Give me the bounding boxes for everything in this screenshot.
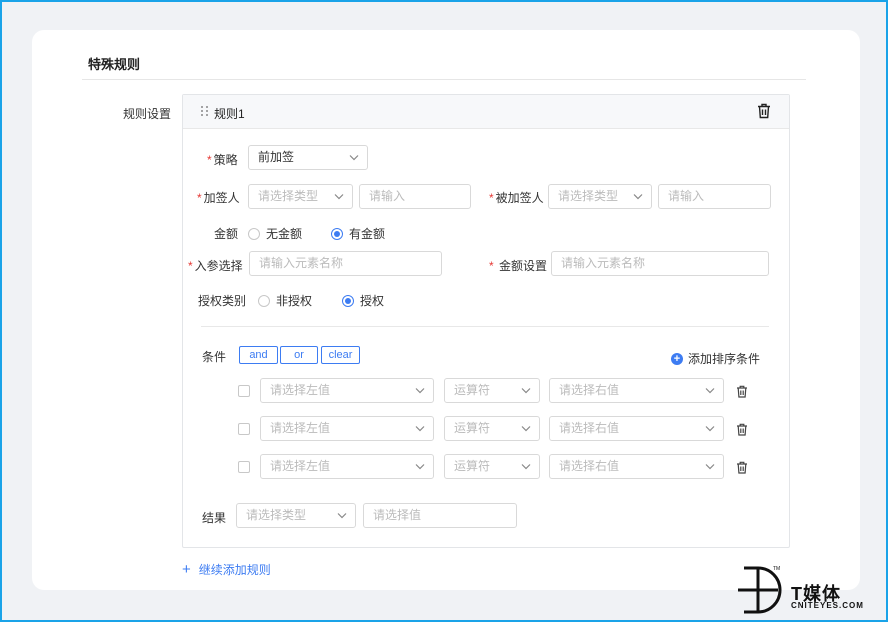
panel-divider: [201, 326, 769, 327]
amount-setting-input[interactable]: 请输入元素名称: [551, 251, 769, 276]
auth-type-label: 授权类别: [198, 294, 247, 308]
param-select-label: * 入参选择: [188, 259, 243, 273]
chevron-down-icon: [349, 155, 359, 161]
chevron-down-icon: [705, 464, 715, 470]
result-type-select[interactable]: 请选择类型: [236, 503, 356, 528]
watermark-domain: CNITEYES.COM: [791, 601, 864, 610]
chevron-down-icon: [415, 464, 425, 470]
signer-label: * 加签人: [197, 191, 240, 205]
trash-icon[interactable]: [757, 103, 771, 119]
rule-panel: 规则1 * 策略 前加签 * 加签人 请选择类型 请输入 * 被加签人 请选择类型 请…: [182, 94, 790, 548]
chevron-down-icon: [521, 388, 531, 394]
right-value-select[interactable]: 请选择右值: [549, 416, 724, 441]
add-sort-condition-button[interactable]: + 添加排序条件: [671, 350, 760, 367]
amount-has-radio[interactable]: 有金额: [331, 225, 385, 242]
trash-icon[interactable]: [736, 461, 748, 474]
condition-checkbox[interactable]: [238, 423, 250, 435]
rule-settings-label: 规则设置: [123, 107, 172, 121]
auth-yes-radio[interactable]: 授权: [342, 292, 384, 309]
condition-checkbox[interactable]: [238, 461, 250, 473]
operator-select[interactable]: 运算符: [444, 454, 540, 479]
trash-icon[interactable]: [736, 423, 748, 436]
special-rules-card: 特殊规则 规则设置 规则1 * 策略 前加签 * 加签人 请选择类型 请输入 *…: [32, 30, 860, 590]
amount-label: 金额: [214, 227, 239, 241]
chevron-down-icon: [337, 513, 347, 519]
chevron-down-icon: [415, 388, 425, 394]
amount-none-radio[interactable]: 无金额: [248, 225, 302, 242]
clear-button[interactable]: clear: [321, 346, 360, 364]
watermark: TM T媒体 CNITEYES.COM: [736, 564, 886, 616]
chevron-down-icon: [415, 426, 425, 432]
strategy-select[interactable]: 前加签: [248, 145, 368, 170]
chevron-down-icon: [521, 464, 531, 470]
and-button[interactable]: and: [239, 346, 278, 364]
right-value-select[interactable]: 请选择右值: [549, 378, 724, 403]
trash-icon[interactable]: [736, 385, 748, 398]
signee-label: * 被加签人: [489, 191, 544, 205]
left-value-select[interactable]: 请选择左值: [260, 378, 434, 403]
operator-select[interactable]: 运算符: [444, 378, 540, 403]
chevron-down-icon: [705, 426, 715, 432]
chevron-down-icon: [334, 194, 344, 200]
section-title: 特殊规则: [88, 57, 141, 72]
auth-none-radio[interactable]: 非授权: [258, 292, 312, 309]
or-button[interactable]: or: [280, 346, 318, 364]
rule-name: 规则1: [214, 107, 245, 121]
param-select-input[interactable]: 请输入元素名称: [249, 251, 442, 276]
section-divider: [82, 79, 806, 80]
left-value-select[interactable]: 请选择左值: [260, 454, 434, 479]
strategy-label: * 策略: [207, 153, 238, 167]
t-logo-icon: [738, 566, 782, 614]
watermark-tm: TM: [773, 566, 781, 572]
operator-select[interactable]: 运算符: [444, 416, 540, 441]
amount-setting-label: * 金额设置: [489, 259, 548, 273]
chevron-down-icon: [633, 194, 643, 200]
chevron-down-icon: [705, 388, 715, 394]
right-value-select[interactable]: 请选择右值: [549, 454, 724, 479]
plus-circle-icon: +: [671, 352, 683, 365]
plus-icon: +: [182, 560, 191, 578]
rule-header: 规则1: [183, 95, 789, 129]
result-label: 结果: [202, 511, 227, 525]
signee-type-select[interactable]: 请选择类型: [548, 184, 652, 209]
left-value-select[interactable]: 请选择左值: [260, 416, 434, 441]
signer-type-select[interactable]: 请选择类型: [248, 184, 353, 209]
signer-input[interactable]: 请输入: [359, 184, 471, 209]
add-rule-button[interactable]: + 继续添加规则: [182, 561, 271, 578]
result-value-input[interactable]: 请选择值: [363, 503, 517, 528]
conditions-label: 条件: [202, 350, 227, 364]
drag-handle-icon[interactable]: [201, 106, 209, 118]
chevron-down-icon: [521, 426, 531, 432]
condition-checkbox[interactable]: [238, 385, 250, 397]
signee-input[interactable]: 请输入: [658, 184, 771, 209]
